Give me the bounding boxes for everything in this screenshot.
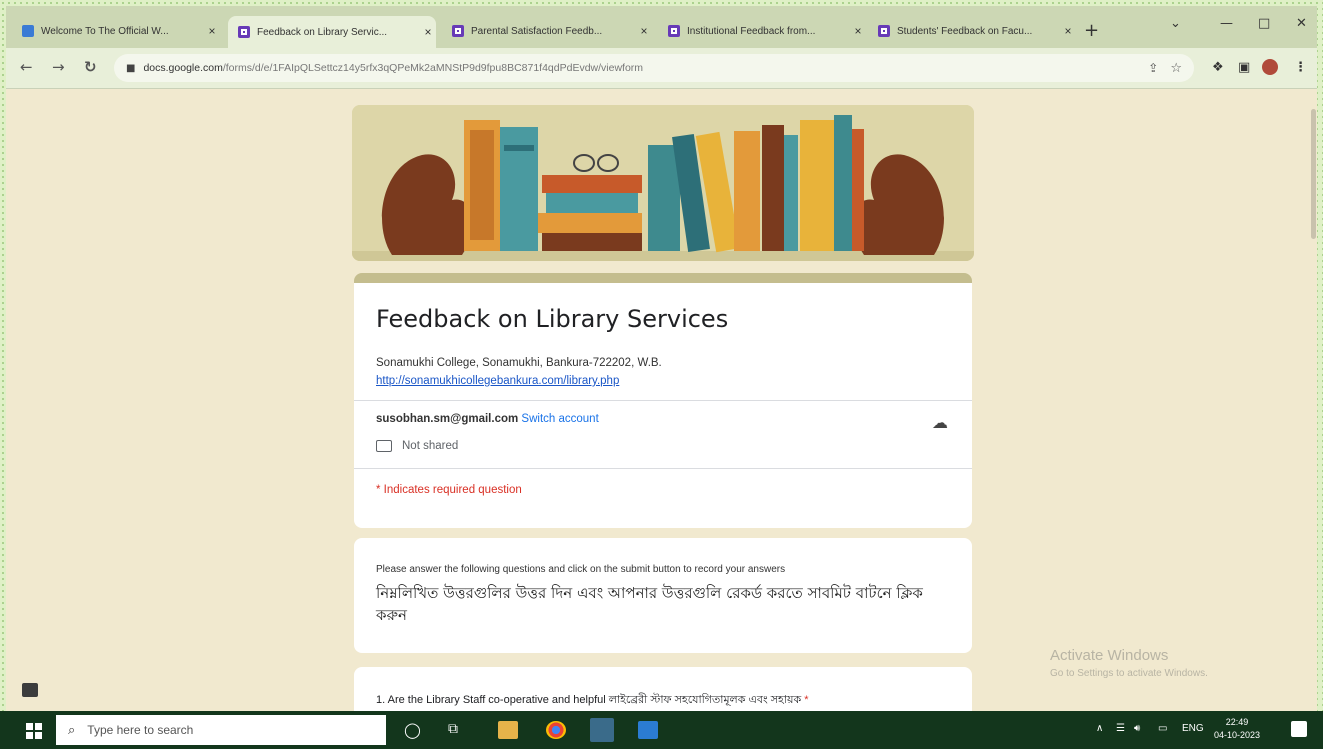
google-forms-icon [452, 25, 464, 37]
lock-icon: ■ [126, 62, 136, 74]
profile-avatar[interactable] [1262, 59, 1278, 75]
windows-taskbar: ⌕ Type here to search ◯ ⧉ ∧ ☰ 🔊︎ ▭ ENG 2… [0, 711, 1323, 749]
close-tab-icon[interactable]: × [420, 25, 436, 39]
report-feedback-icon[interactable] [22, 683, 38, 697]
divider [354, 400, 972, 401]
email-not-shared-icon [376, 440, 392, 452]
watermark-subtitle: Go to Settings to activate Windows. [1050, 668, 1208, 679]
address-bar[interactable]: ■ docs.google.com/forms/d/e/1FAIpQLSettc… [114, 54, 1194, 82]
search-icon: ⌕ [68, 722, 76, 737]
tray-chevron-icon[interactable]: ∧ [1096, 723, 1103, 734]
close-tab-icon[interactable]: × [204, 24, 220, 38]
instruction-english: Please answer the following questions an… [376, 564, 786, 575]
tab-parental-feedback[interactable]: Parental Satisfaction Feedb... × [442, 18, 652, 44]
form-page: Feedback on Library Services Sonamukhi C… [6, 89, 1317, 711]
clock-time: 22:49 [1225, 717, 1249, 727]
chrome-profile-icon[interactable] [590, 718, 614, 742]
navigation-bar: ← → ↻ ■ docs.google.com/forms/d/e/1FAIpQ… [6, 48, 1317, 89]
required-asterisk: * [804, 694, 809, 706]
header-image-bookshelf [352, 105, 974, 261]
account-email: susobhan.sm@gmail.com [376, 413, 519, 425]
scrollbar-thumb[interactable] [1311, 109, 1316, 239]
close-window-button[interactable]: ✕ [1296, 16, 1307, 31]
bookshelf-illustration [352, 105, 974, 261]
site-favicon-icon [22, 25, 34, 37]
taskbar-search-box[interactable]: ⌕ Type here to search [56, 715, 386, 745]
form-title: Feedback on Library Services [376, 305, 729, 333]
clock-date: 04-10-2023 [1213, 730, 1261, 740]
cortana-circle-icon[interactable]: ◯ [404, 721, 424, 739]
tab-welcome[interactable]: Welcome To The Official W... × [12, 18, 220, 44]
tab-title: Students' Feedback on Facu... [897, 25, 1033, 37]
volume-icon[interactable]: 🔊︎ [1134, 723, 1140, 734]
task-view-icon[interactable]: ⧉ [448, 721, 468, 739]
maximize-button[interactable]: □ [1258, 16, 1270, 31]
back-arrow-icon[interactable]: ← [20, 58, 33, 76]
question-card-1: 1. Are the Library Staff co-operative an… [354, 667, 972, 711]
tab-feedback-library[interactable]: Feedback on Library Servic... × [228, 16, 436, 48]
file-explorer-icon[interactable] [498, 721, 518, 739]
tab-students-feedback[interactable]: Students' Feedback on Facu... × [868, 18, 1076, 44]
library-link[interactable]: http://sonamukhicollegebankura.com/libra… [376, 375, 619, 387]
menu-kebab-icon[interactable]: ⋮ [1294, 60, 1307, 75]
tab-title: Parental Satisfaction Feedb... [471, 25, 603, 37]
close-tab-icon[interactable]: × [636, 24, 652, 38]
google-forms-icon [668, 25, 680, 37]
url-path: /forms/d/e/1FAIpQLSettcz14y5rfx3qQPeMk2a… [222, 62, 644, 74]
instruction-bengali: নিম্নলিখিত উত্তরগুলির উত্তর দিন এবং আপনা… [376, 584, 923, 624]
form-header-card: Feedback on Library Services Sonamukhi C… [354, 273, 972, 528]
instructions-card: Please answer the following questions an… [354, 538, 972, 653]
tab-search-chevron-icon[interactable]: ⌄ [1170, 16, 1181, 31]
battery-icon[interactable]: ▭ [1158, 723, 1167, 734]
google-forms-icon [238, 26, 250, 38]
tab-institutional-feedback[interactable]: Institutional Feedback from... × [658, 18, 866, 44]
extensions-puzzle-icon[interactable]: ❖ [1212, 60, 1224, 75]
url-text: docs.google.com/forms/d/e/1FAIpQLSettcz1… [143, 62, 643, 74]
question-1-text: 1. Are the Library Staff co-operative an… [376, 694, 802, 706]
cloud-save-icon: ☁ [932, 413, 948, 432]
system-clock[interactable]: 22:49 04-10-2023 [1212, 716, 1262, 742]
not-shared-text: Not shared [402, 440, 459, 452]
search-placeholder: Type here to search [87, 723, 194, 737]
form-description: Sonamukhi College, Sonamukhi, Bankura-72… [376, 357, 662, 369]
side-panel-icon[interactable]: ▣ [1238, 60, 1250, 75]
windows-start-icon[interactable] [26, 723, 42, 739]
switch-account-link[interactable]: Switch account [521, 413, 598, 425]
scrollbar[interactable] [1309, 89, 1317, 711]
word-app-icon[interactable] [638, 721, 658, 739]
minimize-button[interactable]: — [1220, 16, 1233, 31]
tab-title: Feedback on Library Servic... [257, 26, 388, 38]
share-icon[interactable]: ⇪ [1148, 61, 1158, 75]
bookmark-star-icon[interactable]: ☆ [1170, 61, 1182, 76]
language-indicator[interactable]: ENG [1182, 723, 1204, 734]
url-host: docs.google.com [143, 62, 223, 74]
account-line: susobhan.sm@gmail.com Switch account [376, 413, 599, 425]
new-tab-button[interactable]: + [1084, 20, 1099, 41]
divider [354, 468, 972, 469]
chrome-icon[interactable] [546, 721, 566, 739]
tab-title: Institutional Feedback from... [687, 25, 816, 37]
required-note: * Indicates required question [376, 484, 522, 496]
tab-strip: Welcome To The Official W... × Feedback … [6, 6, 1317, 48]
notification-center-icon[interactable] [1291, 721, 1307, 737]
activate-windows-watermark: Activate Windows Go to Settings to activ… [1050, 647, 1208, 679]
forward-arrow-icon[interactable]: → [52, 58, 65, 76]
reload-icon[interactable]: ↻ [84, 58, 97, 76]
browser-window: Welcome To The Official W... × Feedback … [6, 6, 1317, 711]
google-forms-icon [878, 25, 890, 37]
network-icon[interactable]: ☰ [1116, 723, 1125, 734]
question-1-label: 1. Are the Library Staff co-operative an… [376, 691, 809, 710]
tab-title: Welcome To The Official W... [41, 25, 169, 37]
watermark-title: Activate Windows [1050, 647, 1169, 664]
close-tab-icon[interactable]: × [850, 24, 866, 38]
close-tab-icon[interactable]: × [1060, 24, 1076, 38]
not-shared-line: Not shared [376, 440, 458, 452]
